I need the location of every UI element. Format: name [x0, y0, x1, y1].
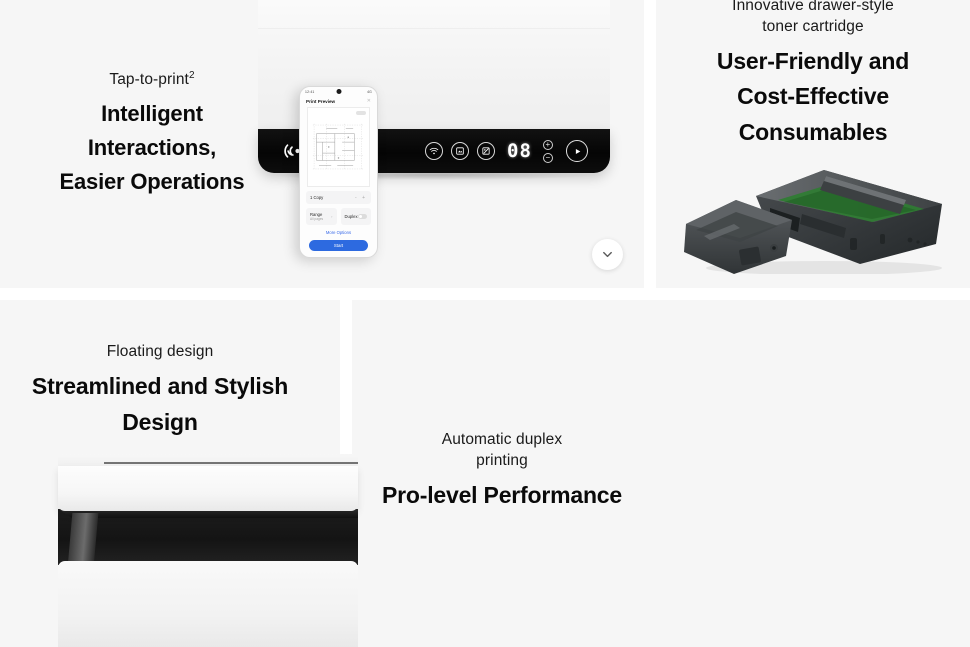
card-design-eyebrow: Floating design	[106, 343, 214, 360]
card-consumables-eyebrow: Innovative drawer-style toner cartridge	[660, 0, 966, 38]
duplex-option[interactable]: Duplex	[340, 208, 371, 225]
duplex-label: Duplex	[344, 214, 358, 219]
headline-line: Pro-level Performance	[382, 481, 622, 508]
eyebrow-line: Innovative drawer-style	[732, 0, 894, 14]
headline-line: Streamlined and Stylish	[31, 372, 289, 399]
card-consumables-headline: User-Friendly and Cost-Effective Consuma…	[660, 44, 966, 151]
print-preview-header: Print Preview ✕	[300, 96, 377, 107]
toner-cartridge-image	[674, 152, 954, 275]
decrease-icon[interactable]: −	[542, 152, 553, 163]
headline-line: Consumables	[738, 119, 888, 146]
copies-row[interactable]: 1 Copy - +	[306, 191, 371, 204]
print-preview-page	[307, 107, 370, 187]
segment-display: 08	[507, 139, 532, 162]
start-button[interactable]: Start	[309, 240, 368, 251]
card-intelligent-eyebrow: Tap-to-print2	[28, 70, 276, 91]
increase-icon[interactable]: +	[542, 139, 553, 150]
headline-line: Design	[122, 408, 198, 435]
copies-stepper-control[interactable]: - +	[355, 195, 367, 201]
play-icon[interactable]	[566, 140, 588, 162]
card-consumables-text: Innovative drawer-style toner cartridge …	[660, 0, 966, 151]
card-intelligent-headline: Intelligent Interactions, Easier Operati…	[28, 97, 276, 199]
print-option-row: Range All pages › Duplex	[306, 208, 371, 225]
copies-label: 1 Copy	[310, 195, 324, 200]
eyebrow-line: printing	[476, 451, 528, 469]
headline-line: Intelligent	[101, 100, 203, 126]
chevron-down-icon	[603, 251, 612, 258]
printer-closeup-floating-gap	[58, 509, 358, 565]
printer-closeup-support-leg	[67, 513, 99, 567]
headline-line: Easier Operations	[59, 169, 245, 195]
segment-display-value: 08	[507, 139, 532, 162]
copies-stepper[interactable]: + −	[542, 139, 553, 163]
feature-card-grid: 08 + − 12:41 4G Print Preview ✕ 1 Copy -…	[0, 0, 970, 647]
card-design-text: Floating design Streamlined and Stylish …	[10, 342, 310, 440]
control-panel-icon-group: 08 + −	[425, 138, 553, 164]
status-time: 12:41	[305, 89, 315, 94]
range-value: All pages	[310, 217, 324, 221]
more-options-link[interactable]: More Options	[300, 230, 377, 235]
card-performance-eyebrow: Automatic duplex printing	[362, 430, 642, 472]
card-intelligent-text: Tap-to-print2 Intelligent Interactions, …	[28, 70, 276, 199]
close-icon[interactable]: ✕	[367, 98, 371, 104]
print-preview-title: Print Preview	[306, 98, 336, 104]
footnote-marker: 2	[188, 69, 195, 81]
wifi-icon[interactable]	[425, 142, 443, 160]
copy-icon[interactable]	[451, 142, 469, 160]
status-network: 4G	[367, 89, 372, 94]
expand-card-intelligent-button[interactable]	[592, 239, 623, 270]
printer-with-paper-image: HUAWEI \u2744	[942, 630, 970, 647]
eyebrow-line: Automatic duplex	[441, 431, 563, 448]
headline-line: Cost-Effective	[737, 83, 889, 110]
phone-mockup: 12:41 4G Print Preview ✕ 1 Copy - + Rang…	[299, 86, 378, 258]
chevron-right-icon[interactable]: ›	[331, 214, 332, 219]
id-copy-icon[interactable]	[477, 142, 495, 160]
printer-closeup-lid	[58, 466, 358, 511]
page-count-badge	[356, 111, 366, 115]
headline-line: User-Friendly and	[716, 47, 910, 74]
duplex-toggle[interactable]	[358, 214, 367, 219]
floorplan-thumbnail	[312, 123, 365, 171]
phone-camera-notch	[336, 89, 341, 94]
range-option[interactable]: Range All pages ›	[306, 208, 337, 225]
headline-line: Interactions,	[87, 135, 217, 161]
eyebrow-text: Tap-to-print	[109, 71, 189, 88]
card-performance-headline: Pro-level Performance	[362, 478, 642, 514]
phone-status-bar: 12:41 4G	[300, 87, 377, 96]
card-design-headline: Streamlined and Stylish Design	[10, 369, 310, 440]
eyebrow-line: toner cartridge	[762, 17, 864, 35]
card-performance-text: Automatic duplex printing Pro-level Perf…	[362, 430, 642, 513]
printer-closeup-base	[58, 561, 358, 647]
